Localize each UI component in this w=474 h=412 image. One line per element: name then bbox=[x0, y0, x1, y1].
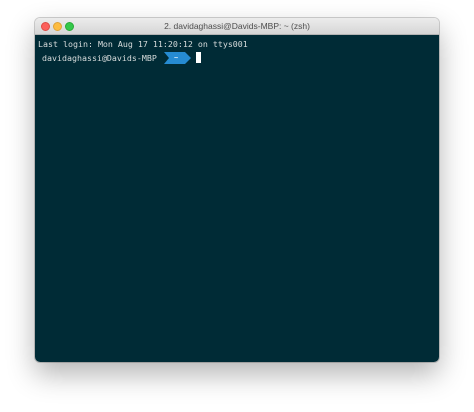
prompt-line: davidaghassi@Davids-MBP ~ bbox=[38, 52, 436, 64]
prompt-directory-segment: ~ bbox=[164, 52, 192, 64]
last-login-line: Last login: Mon Aug 17 11:20:12 on ttys0… bbox=[38, 39, 248, 49]
title-bar[interactable]: 2. davidaghassi@Davids-MBP: ~ (zsh) bbox=[35, 18, 439, 35]
cursor bbox=[196, 52, 201, 63]
terminal-window: 2. davidaghassi@Davids-MBP: ~ (zsh) Last… bbox=[35, 18, 439, 362]
minimize-icon[interactable] bbox=[53, 22, 62, 31]
terminal-content[interactable]: Last login: Mon Aug 17 11:20:12 on ttys0… bbox=[35, 35, 439, 362]
close-icon[interactable] bbox=[41, 22, 50, 31]
prompt-context: davidaghassi@Davids-MBP bbox=[42, 53, 157, 63]
zoom-icon[interactable] bbox=[65, 22, 74, 31]
window-title: 2. davidaghassi@Davids-MBP: ~ (zsh) bbox=[164, 21, 310, 31]
prompt-directory: ~ bbox=[174, 54, 179, 62]
